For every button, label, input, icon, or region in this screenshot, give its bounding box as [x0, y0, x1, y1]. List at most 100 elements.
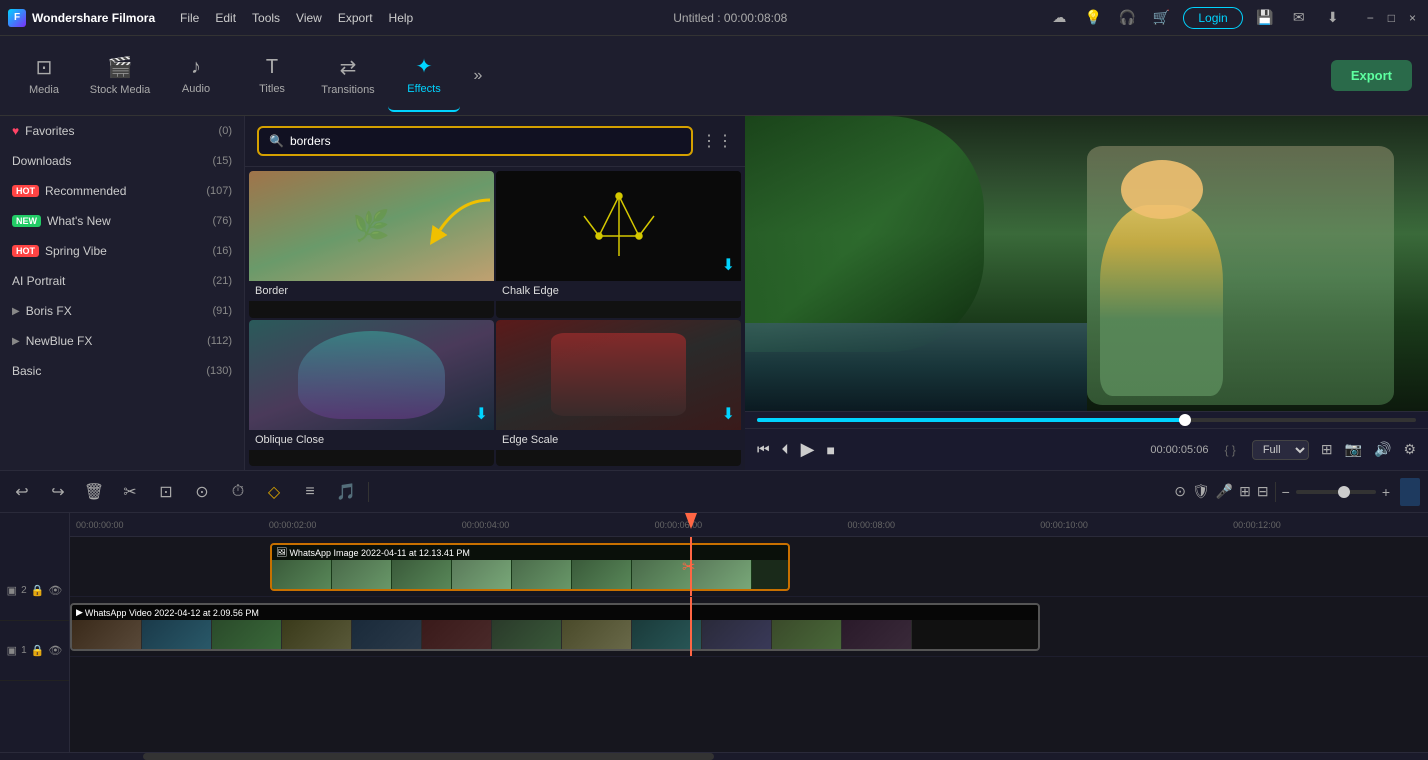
headset-icon[interactable]: 🎧	[1115, 6, 1139, 30]
mic-icon[interactable]: 🎤	[1216, 483, 1233, 500]
download-icon[interactable]: ⬇	[1321, 6, 1345, 30]
embed-icon[interactable]: ⊟	[1257, 483, 1269, 500]
cut-button[interactable]: ✂	[116, 478, 144, 506]
titles-icon: T	[266, 56, 278, 79]
hot-badge-recommended: HOT	[12, 185, 39, 197]
zoom-out-icon[interactable]: −	[1282, 484, 1290, 500]
play-button[interactable]: ▶	[801, 439, 815, 460]
playback-slider[interactable]	[757, 418, 1416, 422]
undo-button[interactable]: ↩	[8, 478, 36, 506]
zoom-slider[interactable]	[1296, 490, 1376, 494]
search-input[interactable]	[290, 134, 681, 148]
shield-icon[interactable]: 🛡	[1192, 483, 1210, 500]
tool-stock[interactable]: 🎬 Stock Media	[84, 40, 156, 112]
transitions-icon: ⇄	[340, 55, 357, 80]
sidebar-item-ai-portrait[interactable]: AI Portrait (21)	[0, 266, 244, 296]
keyframe-button[interactable]: ◇	[260, 478, 288, 506]
cart-icon[interactable]: 🛒	[1149, 6, 1173, 30]
stop-button[interactable]: ■	[826, 442, 834, 458]
app-logo-icon: F	[8, 9, 26, 27]
crop-button[interactable]: ⊡	[152, 478, 180, 506]
clip-image-track2[interactable]: 🖼 WhatsApp Image 2022-04-11 at 12.13.41 …	[270, 543, 790, 591]
sidebar-item-whats-new[interactable]: NEW What's New (76)	[0, 206, 244, 236]
redo-button[interactable]: ↪	[44, 478, 72, 506]
effect-edge-scale[interactable]: ⬇ Edge Scale	[496, 320, 741, 467]
app-name: Wondershare Filmora	[32, 11, 155, 25]
zoom-in-icon[interactable]: +	[1382, 484, 1390, 500]
menu-file[interactable]: File	[180, 11, 199, 25]
ruler-mark-4: 00:00:08:00	[845, 520, 1038, 530]
grid-layout-icon[interactable]: ⋮⋮	[701, 131, 733, 151]
tool-audio[interactable]: ♪ Audio	[160, 40, 232, 112]
timer-button[interactable]: ⏱	[224, 478, 252, 506]
tracks-area: 00:00:00:00 00:00:02:00 00:00:04:00 00:0…	[70, 513, 1428, 752]
ai-portrait-label: AI Portrait	[12, 274, 65, 288]
scrollbar-thumb[interactable]	[143, 753, 714, 760]
sidebar-item-favorites[interactable]: ♥ Favorites (0)	[0, 116, 244, 146]
horizontal-scrollbar[interactable]	[0, 752, 1428, 760]
save-icon[interactable]: 💾	[1253, 6, 1277, 30]
zoom-minus-icon[interactable]: ⊙	[1174, 483, 1186, 500]
effect-oblique-close[interactable]: ⬇ Oblique Close	[249, 320, 494, 467]
playhead-scissors: ✂	[682, 557, 695, 577]
tool-titles[interactable]: T Titles	[236, 40, 308, 112]
chalk-edge-download-icon[interactable]: ⬇	[722, 255, 735, 275]
window-controls: − □ ×	[1363, 11, 1420, 25]
tool-media[interactable]: ⊡ Media	[8, 40, 80, 112]
search-bar-row: 🔍 ⋮⋮	[245, 116, 745, 167]
menu-help[interactable]: Help	[389, 11, 414, 25]
audio-button[interactable]: 🎵	[332, 478, 360, 506]
fullscreen-icon[interactable]: ⊞	[1321, 441, 1333, 458]
preview-image	[745, 116, 1428, 411]
edge-scale-download-icon[interactable]: ⬇	[722, 404, 735, 424]
oblique-close-download-icon[interactable]: ⬇	[475, 404, 488, 424]
ruler-mark-3: 00:00:06:00	[653, 520, 846, 530]
search-box[interactable]: 🔍	[257, 126, 693, 156]
close-button[interactable]: ×	[1405, 11, 1420, 25]
step-back-button[interactable]: ⏴	[782, 441, 789, 458]
timeline: ↩ ↪ 🗑 ✂ ⊡ ⊙ ⏱ ◇ ≡ 🎵 ⊙ 🛡 🎤 ⊞ ⊟ − +	[0, 470, 1428, 760]
export-button[interactable]: Export	[1331, 60, 1412, 91]
sidebar-item-downloads[interactable]: Downloads (15)	[0, 146, 244, 176]
ruler-spacer	[0, 537, 69, 561]
menu-view[interactable]: View	[296, 11, 322, 25]
cloud-icon[interactable]: ☁	[1047, 6, 1071, 30]
menu-export[interactable]: Export	[338, 11, 373, 25]
sidebar-item-boris-fx[interactable]: ▶ Boris FX (91)	[0, 296, 244, 326]
settings-icon[interactable]: ⚙	[1403, 441, 1416, 458]
spring-vibe-label: HOT Spring Vibe	[12, 244, 107, 258]
maximize-button[interactable]: □	[1384, 11, 1399, 25]
sidebar-item-spring-vibe[interactable]: HOT Spring Vibe (16)	[0, 236, 244, 266]
clip-video-track1[interactable]: ▶ WhatsApp Video 2022-04-12 at 2.09.56 P…	[70, 603, 1040, 651]
tool-effects[interactable]: ✦ Effects	[388, 40, 460, 112]
media-icon: ⊡	[36, 55, 53, 80]
mail-icon[interactable]: ✉	[1287, 6, 1311, 30]
ai-portrait-count: (21)	[212, 275, 232, 287]
screenshot-icon[interactable]: 📷	[1345, 441, 1362, 458]
adjustment-button[interactable]: ≡	[296, 478, 324, 506]
sidebar-item-basic[interactable]: Basic (130)	[0, 356, 244, 386]
top-right-icons: ☁ 💡 🎧 🛒 Login 💾 ✉ ⬇ − □ ×	[1047, 6, 1420, 30]
tool-transitions[interactable]: ⇄ Transitions	[312, 40, 384, 112]
delete-button[interactable]: 🗑	[80, 478, 108, 506]
clip-image-title: WhatsApp Image 2022-04-11 at 12.13.41 PM	[289, 548, 469, 558]
split-icon[interactable]: ⊞	[1239, 483, 1251, 500]
stock-icon: 🎬	[108, 55, 133, 80]
heart-icon: ♥	[12, 124, 19, 138]
toolbar-more-button[interactable]: »	[464, 67, 492, 85]
menu-edit[interactable]: Edit	[215, 11, 236, 25]
menu-tools[interactable]: Tools	[252, 11, 280, 25]
effect-chalk-edge[interactable]: ⬇ Chalk Edge	[496, 171, 741, 318]
login-button[interactable]: Login	[1183, 7, 1242, 29]
effect-border[interactable]: 🌿 Border	[249, 171, 494, 318]
sidebar-item-recommended[interactable]: HOT Recommended (107)	[0, 176, 244, 206]
effects-icon: ✦	[416, 54, 433, 79]
zoom-select[interactable]: Full 50% 75%	[1252, 440, 1309, 460]
volume-icon[interactable]: 🔊	[1374, 441, 1391, 458]
sidebar-item-newblue-fx[interactable]: ▶ NewBlue FX (112)	[0, 326, 244, 356]
bulb-icon[interactable]: 💡	[1081, 6, 1105, 30]
timeline-ruler: 00:00:00:00 00:00:02:00 00:00:04:00 00:0…	[70, 513, 1428, 537]
minimize-button[interactable]: −	[1363, 11, 1378, 25]
mask-button[interactable]: ⊙	[188, 478, 216, 506]
rewind-button[interactable]: ⏮	[757, 441, 770, 458]
